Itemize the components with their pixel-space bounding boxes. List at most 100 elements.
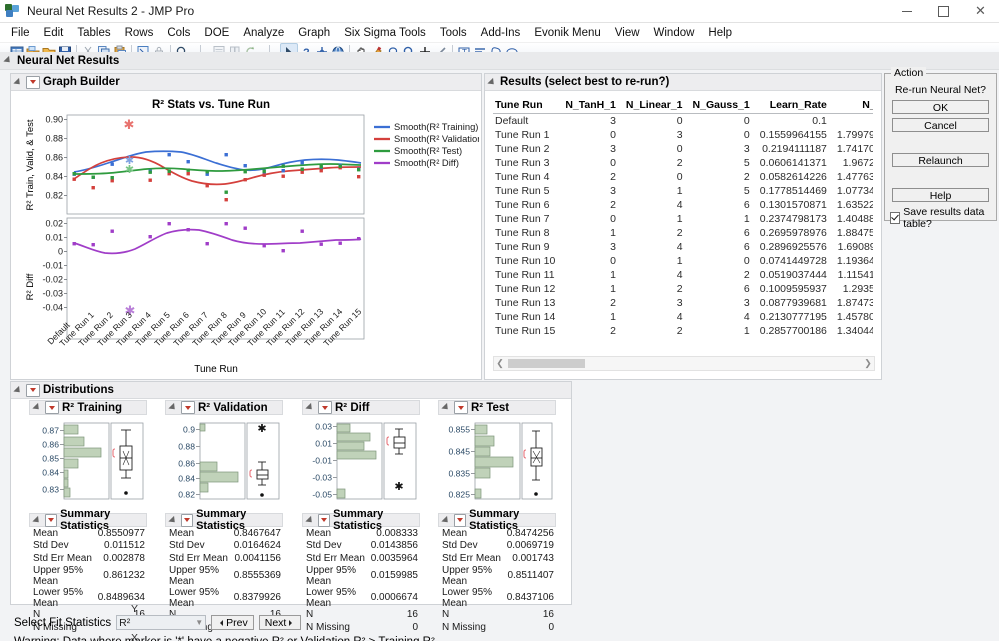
- cell-tune-run[interactable]: Tune Run 3: [493, 156, 559, 170]
- summary-header-r2-diff[interactable]: Summary Statistics: [302, 513, 420, 527]
- dist-red-triangle-icon[interactable]: [45, 401, 59, 414]
- cell-tune-run[interactable]: Tune Run 13: [493, 296, 559, 310]
- dist-disclosure-icon[interactable]: [32, 403, 41, 412]
- summary-red-triangle-icon[interactable]: [181, 514, 193, 527]
- menu-item-rows[interactable]: Rows: [118, 25, 161, 41]
- summary-disclosure-icon[interactable]: [305, 515, 314, 524]
- menu-item-doe[interactable]: DOE: [197, 25, 236, 41]
- cell-tune-run[interactable]: Tune Run 12: [493, 282, 559, 296]
- cell-tune-run[interactable]: Tune Run 10: [493, 254, 559, 268]
- dist-header-r2-validation[interactable]: R² Validation: [165, 400, 283, 415]
- col-header-learn-rate[interactable]: Learn_Rate: [754, 98, 831, 114]
- graph-builder-header[interactable]: Graph Builder: [11, 74, 481, 91]
- results-disclosure-icon[interactable]: [487, 77, 496, 86]
- summary-header-r2-test[interactable]: Summary Statistics: [438, 513, 556, 527]
- relaunch-button[interactable]: Relaunch: [892, 153, 989, 167]
- menu-item-tables[interactable]: Tables: [70, 25, 117, 41]
- histogram-r2-validation[interactable]: 0.9 0.88 0.86 0.84 0.82: [155, 418, 288, 508]
- summary-red-triangle-icon[interactable]: [454, 514, 466, 527]
- results-table-viewport[interactable]: Tune Run N_TanH_1 N_Linear_1 N_Gauss_1 L…: [493, 98, 873, 350]
- menu-item-graph[interactable]: Graph: [291, 25, 337, 41]
- ok-button[interactable]: OK: [892, 100, 989, 114]
- menu-item-evonik-menu[interactable]: Evonik Menu: [527, 25, 607, 41]
- dist-disclosure-icon[interactable]: [305, 403, 314, 412]
- dist-red-triangle-icon[interactable]: [181, 401, 195, 414]
- summary-header-r2-validation[interactable]: Summary Statistics: [165, 513, 283, 527]
- results-horizontal-scrollbar[interactable]: ❮ ❯: [493, 356, 875, 371]
- menu-item-help[interactable]: Help: [701, 25, 739, 41]
- cell-tune-run[interactable]: Tune Run 1: [493, 128, 559, 142]
- cell-n-linear: 4: [620, 268, 687, 282]
- cell-tune-run[interactable]: Tune Run 6: [493, 198, 559, 212]
- report-disclosure-icon[interactable]: [3, 56, 12, 65]
- menu-item-view[interactable]: View: [608, 25, 647, 41]
- menu-item-add-ins[interactable]: Add-Ins: [474, 25, 528, 41]
- col-header-tune-run[interactable]: Tune Run: [493, 98, 559, 114]
- col-header-n-tours[interactable]: N_Tours: [831, 98, 873, 114]
- col-header-n-gauss-1[interactable]: N_Gauss_1: [687, 98, 754, 114]
- minimize-button[interactable]: [888, 0, 925, 22]
- chevron-down-icon[interactable]: ▼: [195, 618, 203, 627]
- cell-tune-run[interactable]: Tune Run 7: [493, 212, 559, 226]
- dist-red-triangle-icon[interactable]: [454, 401, 468, 414]
- cell-tune-run[interactable]: Tune Run 4: [493, 170, 559, 184]
- dist-header-r2-diff[interactable]: R² Diff: [302, 400, 420, 415]
- cell-tune-run[interactable]: Tune Run 14: [493, 310, 559, 324]
- summary-red-triangle-icon[interactable]: [45, 514, 57, 527]
- histogram-r2-test[interactable]: 0.855 0.845 0.835 0.825: [428, 418, 561, 508]
- col-header-n-tanh-1[interactable]: N_TanH_1: [559, 98, 620, 114]
- menu-item-tools[interactable]: Tools: [433, 25, 474, 41]
- dist-disclosure-icon[interactable]: [168, 403, 177, 412]
- fit-next-button[interactable]: Next: [259, 615, 302, 630]
- graph-builder-disclosure-icon[interactable]: [13, 77, 22, 86]
- dist-red-triangle-icon[interactable]: [318, 401, 332, 414]
- menu-item-cols[interactable]: Cols: [160, 25, 197, 41]
- scroll-track[interactable]: [506, 358, 862, 369]
- r2-stats-chart[interactable]: R² Stats vs. Tune Run R² Train, Valid, &…: [11, 91, 479, 377]
- menu-item-analyze[interactable]: Analyze: [236, 25, 291, 41]
- cell-tune-run[interactable]: Tune Run 8: [493, 226, 559, 240]
- cell-learn-rate: 0.0519037444: [754, 268, 831, 282]
- summary-disclosure-icon[interactable]: [32, 515, 41, 524]
- svg-text:-0.04: -0.04: [42, 303, 63, 313]
- menu-item-window[interactable]: Window: [647, 25, 702, 41]
- histogram-r2-training[interactable]: 0.87 0.86 0.85 0.84 0.83: [19, 418, 152, 508]
- cell-tune-run[interactable]: Tune Run 5: [493, 184, 559, 198]
- cell-tune-run[interactable]: Default: [493, 114, 559, 129]
- cell-tune-run[interactable]: Tune Run 2: [493, 142, 559, 156]
- summary-header-r2-training[interactable]: Summary Statistics: [29, 513, 147, 527]
- flag-star-test: ✱: [125, 164, 134, 176]
- graph-builder-red-triangle-icon[interactable]: [26, 76, 40, 89]
- summary-disclosure-icon[interactable]: [441, 515, 450, 524]
- report-title-bar[interactable]: Neural Net Results: [0, 52, 999, 70]
- save-results-row[interactable]: Save results data table?: [890, 206, 996, 230]
- cell-tune-run[interactable]: Tune Run 9: [493, 240, 559, 254]
- graph-plot-area[interactable]: R² Stats vs. Tune Run R² Train, Valid, &…: [11, 91, 479, 353]
- scroll-thumb[interactable]: [508, 359, 585, 368]
- menu-item-six-sigma-tools[interactable]: Six Sigma Tools: [337, 25, 433, 41]
- help-button[interactable]: Help: [892, 188, 989, 202]
- dist-header-r2-test[interactable]: R² Test: [438, 400, 556, 415]
- fit-prev-button[interactable]: Prev: [211, 615, 254, 630]
- summary-disclosure-icon[interactable]: [168, 515, 177, 524]
- summary-red-triangle-icon[interactable]: [318, 514, 330, 527]
- maximize-button[interactable]: [925, 0, 962, 22]
- distributions-header[interactable]: Distributions: [11, 382, 571, 399]
- col-header-n-linear-1[interactable]: N_Linear_1: [620, 98, 687, 114]
- dist-header-r2-training[interactable]: R² Training: [29, 400, 147, 415]
- close-button[interactable]: ✕: [962, 0, 999, 22]
- scroll-left-icon[interactable]: ❮: [494, 358, 506, 369]
- distributions-disclosure-icon[interactable]: [13, 385, 22, 394]
- cell-tune-run[interactable]: Tune Run 15: [493, 324, 559, 338]
- distributions-red-triangle-icon[interactable]: [26, 384, 40, 397]
- scroll-right-icon[interactable]: ❯: [862, 358, 874, 369]
- dist-disclosure-icon[interactable]: [441, 403, 450, 412]
- menu-item-edit[interactable]: Edit: [37, 25, 71, 41]
- menu-item-file[interactable]: File: [4, 25, 37, 41]
- cancel-button[interactable]: Cancel: [892, 118, 989, 132]
- results-header[interactable]: Results (select best to re-run?): [485, 74, 881, 91]
- fit-statistics-select[interactable]: R² ▼: [116, 615, 206, 630]
- histogram-r2-diff[interactable]: 0.03 0.01 -0.01 -0.03 -0.05: [292, 418, 425, 508]
- cell-tune-run[interactable]: Tune Run 11: [493, 268, 559, 282]
- save-results-checkbox[interactable]: [890, 212, 900, 224]
